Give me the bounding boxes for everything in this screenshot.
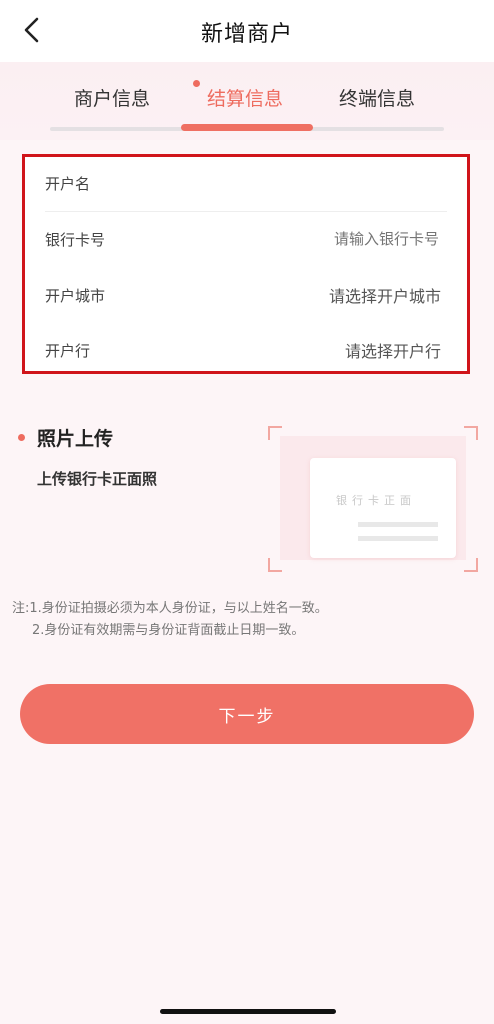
frame-corner [464, 426, 478, 440]
bank-card-row: 银行卡号 [45, 217, 441, 261]
next-step-button[interactable]: 下一步 [20, 684, 474, 744]
card-line [358, 522, 438, 527]
tab-label: 终端信息 [339, 88, 416, 110]
tab-settlement-info[interactable]: 结算信息 [193, 80, 284, 111]
city-label: 开户城市 [45, 286, 106, 305]
upload-title: 照片上传 [37, 428, 114, 450]
top-nav-bar: 新增商户 [0, 0, 494, 62]
bank-label: 开户行 [45, 341, 91, 360]
frame-corner [464, 558, 478, 572]
bank-card-label: 银行卡号 [45, 230, 106, 249]
tab-merchant-info[interactable]: 商户信息 [74, 84, 150, 111]
section-dot [18, 434, 25, 441]
home-indicator [160, 1009, 336, 1014]
bottom-spacer [0, 800, 494, 1024]
bank-card-input[interactable] [237, 229, 441, 249]
tab-label: 商户信息 [74, 88, 151, 110]
active-step-dot [193, 80, 200, 87]
bank-select-value: 请选择开户行 [344, 342, 441, 361]
upload-subtitle: 上传银行卡正面照 [37, 470, 158, 488]
row-divider [45, 211, 447, 212]
settlement-form: 开户名 银行卡号 开户城市 请选择开户城市 开户行 请选择开户行 [22, 154, 470, 374]
bank-card-illustration: 银行卡正面 [310, 458, 456, 558]
bank-row[interactable]: 开户行 请选择开户行 [45, 328, 441, 372]
note-line-2: 2.身份证有效期需与身份证背面截止日期一致。 [32, 623, 305, 638]
frame-corner [268, 558, 282, 572]
tab-label: 结算信息 [207, 88, 284, 110]
card-line [358, 536, 438, 541]
city-select-value: 请选择开户城市 [328, 287, 441, 306]
note-line-1: 注:1.身份证拍摄必须为本人身份证，与以上姓名一致。 [12, 601, 328, 616]
account-name-label: 开户名 [45, 174, 91, 193]
bank-card-upload-area[interactable]: 银行卡正面 [268, 426, 478, 572]
account-name-row[interactable]: 开户名 [45, 161, 441, 205]
page-title: 新增商户 [200, 22, 293, 47]
notes: 注:1.身份证拍摄必须为本人身份证，与以上姓名一致。 2.身份证有效期需与身份证… [12, 598, 328, 642]
tab-terminal-info[interactable]: 终端信息 [339, 84, 415, 111]
upload-placeholder: 银行卡正面 [280, 436, 466, 560]
city-row[interactable]: 开户城市 请选择开户城市 [45, 273, 441, 317]
card-placeholder-text: 银行卡正面 [336, 494, 416, 507]
step-progress-indicator [181, 124, 313, 131]
